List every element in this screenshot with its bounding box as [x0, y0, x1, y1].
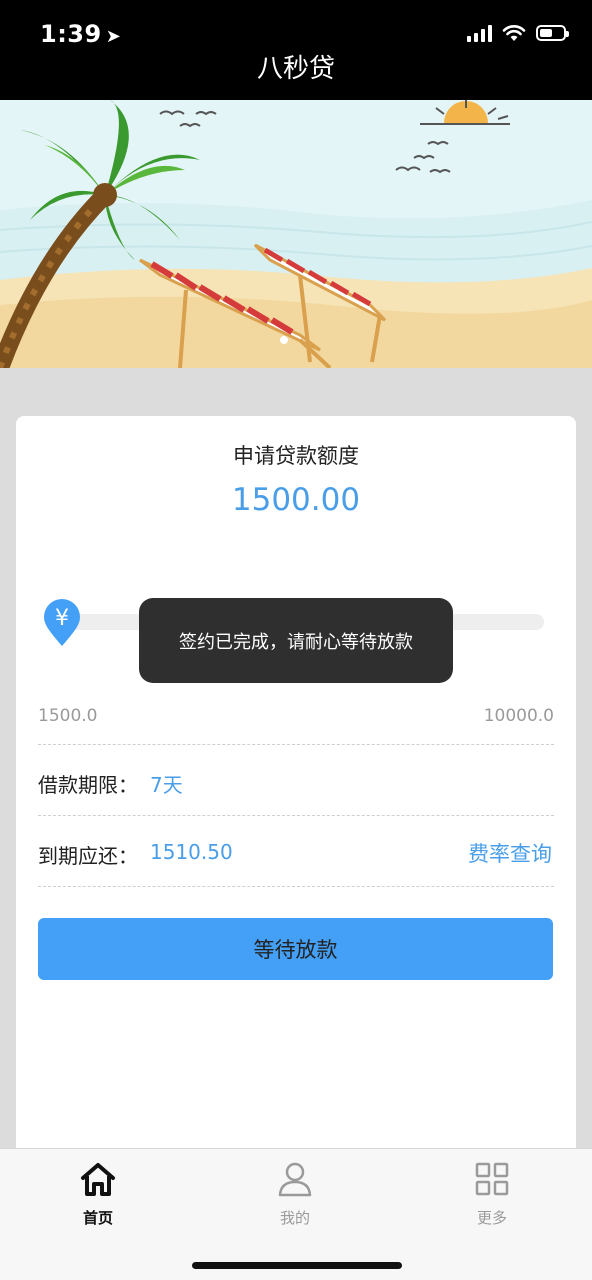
tab-home-label: 首页: [82, 1209, 113, 1227]
tab-mine[interactable]: 我的: [235, 1159, 355, 1228]
divider: [38, 815, 554, 816]
system-icons: [467, 24, 569, 42]
loan-amount-value: 1500.00: [231, 482, 361, 518]
location-arrow-icon: ➤: [105, 26, 122, 47]
divider: [38, 886, 554, 887]
due-label: 到期应还：: [38, 844, 138, 868]
tab-home[interactable]: 首页: [38, 1159, 158, 1228]
due-value: 1510.50: [150, 840, 233, 864]
grid-icon: [475, 1162, 509, 1196]
banner-image: [0, 100, 592, 368]
home-indicator: [192, 1262, 402, 1269]
beach-illustration: [0, 100, 592, 368]
page-title: 八秒贷: [256, 54, 335, 84]
status-time-text: 1:39: [40, 20, 102, 48]
divider: [38, 744, 554, 745]
status-time: 1:39 ➤: [40, 20, 121, 48]
status-bar: 1:39 ➤ 八秒贷: [0, 0, 592, 100]
slider-min-label: 1500.0: [38, 706, 98, 726]
slider-max-label: 10000.0: [483, 706, 554, 726]
battery-icon: [536, 25, 569, 41]
wait-disbursement-button[interactable]: 等待放款: [38, 918, 553, 980]
home-icon: [81, 1163, 115, 1196]
tab-bar: 首页 我的 更多: [0, 1148, 592, 1280]
tab-mine-label: 我的: [279, 1209, 310, 1227]
loan-card: 申请贷款额度 1500.00 ¥ 1500.0 10000.0 借款期限： 7天…: [16, 416, 576, 1156]
term-value: 7天: [150, 773, 183, 797]
tab-more[interactable]: 更多: [432, 1159, 552, 1228]
signal-icon: [467, 24, 492, 42]
slider-thumb-yen-icon[interactable]: ¥: [42, 598, 82, 648]
svg-text:¥: ¥: [55, 606, 69, 631]
term-label: 借款期限：: [38, 773, 138, 797]
tab-more-label: 更多: [476, 1209, 507, 1227]
user-icon: [278, 1162, 312, 1197]
wifi-icon: [502, 25, 526, 41]
rate-query-link[interactable]: 费率查询: [468, 838, 552, 868]
toast-message: 签约已完成，请耐心等待放款: [139, 598, 453, 683]
loan-amount-label: 申请贷款额度: [233, 444, 359, 468]
